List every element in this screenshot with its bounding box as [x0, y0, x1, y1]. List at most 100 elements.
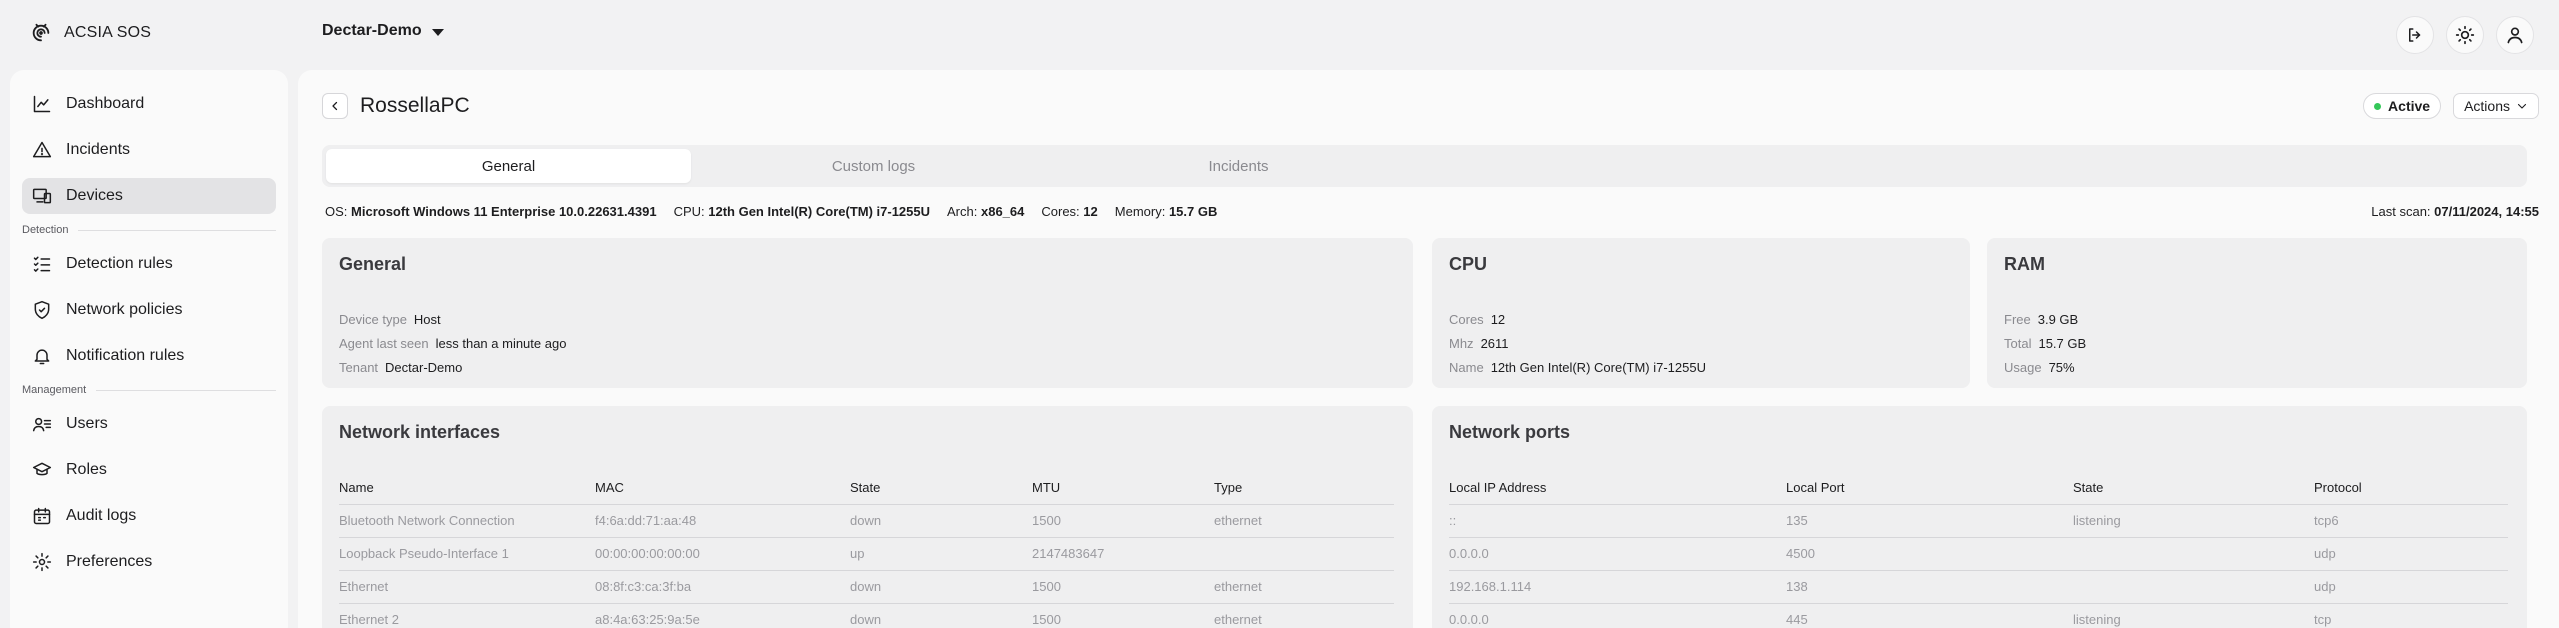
table-cell: 0.0.0.0: [1449, 603, 1786, 628]
column-header[interactable]: MAC: [595, 472, 850, 505]
table-cell: 00:00:00:00:00:00: [595, 537, 850, 571]
back-button[interactable]: [322, 93, 348, 119]
kv-free: Free 3.9 GB: [2004, 312, 2079, 327]
spec-memory: Memory: 15.7 GB: [1114, 204, 1218, 219]
kv-tenant: Tenant Dectar-Demo: [339, 360, 463, 375]
table-cell: tcp6: [2314, 504, 2508, 538]
table-row[interactable]: 0.0.0.0 445 listening tcp: [1449, 603, 2508, 628]
devices-icon: [32, 188, 52, 204]
table-cell: 08:8f:c3:ca:3f:ba: [595, 570, 850, 604]
card-title: Network interfaces: [339, 422, 501, 442]
column-header[interactable]: Protocol: [2314, 472, 2508, 505]
table-cell: Loopback Pseudo-Interface 1: [339, 537, 595, 571]
table-row[interactable]: 192.168.1.114 138 udp: [1449, 570, 2508, 604]
table-header-row: Local IP Address Local Port State Protoc…: [1449, 472, 2508, 505]
top-bar: ACSIA SOS Dectar-Demo: [0, 0, 2559, 70]
kv-cores: Cores 12: [1449, 312, 1506, 327]
network-ports-card: Network ports Local IP Address Local Por…: [1432, 406, 2527, 628]
sidebar-item-dashboard[interactable]: Dashboard: [22, 86, 276, 122]
sidebar-item-label: Network policies: [66, 301, 183, 318]
column-header[interactable]: MTU: [1032, 472, 1214, 505]
tab-custom-logs[interactable]: Custom logs: [691, 149, 1056, 183]
table-cell: [2073, 570, 2314, 604]
table-cell: udp: [2314, 570, 2508, 604]
user-menu-button[interactable]: [2496, 16, 2534, 54]
table-cell: ethernet: [1214, 570, 1394, 604]
table-cell: Ethernet: [339, 570, 595, 604]
table-cell: [2073, 537, 2314, 571]
table-row[interactable]: Ethernet 2 a8:4a:63:25:9a:5e down 1500 e…: [339, 603, 1394, 628]
sidebar-item-label: Roles: [66, 461, 107, 478]
section-label: Detection: [22, 224, 69, 236]
column-header[interactable]: Type: [1214, 472, 1394, 505]
table-cell: f4:6a:dd:71:aa:48: [595, 504, 850, 538]
theme-toggle-button[interactable]: [2446, 16, 2484, 54]
table-cell: 138: [1786, 570, 2073, 604]
sidebar-item-detection-rules[interactable]: Detection rules: [22, 246, 276, 282]
table-cell: 2147483647: [1032, 537, 1214, 571]
sidebar-item-notification-rules[interactable]: Notification rules: [22, 338, 276, 374]
table-row[interactable]: Ethernet 08:8f:c3:ca:3f:ba down 1500 eth…: [339, 570, 1394, 604]
sidebar-item-incidents[interactable]: Incidents: [22, 132, 276, 168]
table-cell: 0.0.0.0: [1449, 537, 1786, 571]
sidebar-item-network-policies[interactable]: Network policies: [22, 292, 276, 328]
table-row[interactable]: 0.0.0.0 4500 udp: [1449, 537, 2508, 571]
gear-icon: [32, 552, 52, 572]
network-interfaces-card: Network interfaces Name MAC State MTU Ty…: [322, 406, 1413, 628]
sidebar: Dashboard Incidents Devices Detection De…: [10, 70, 288, 628]
tenant-name: Dectar-Demo: [322, 22, 422, 39]
cpu-card: CPU Cores 12 Mhz 2611 Name 12th Gen Intel(R…: [1432, 238, 1970, 388]
bell-icon: [34, 349, 50, 365]
sidebar-item-devices[interactable]: Devices: [22, 178, 276, 214]
sidebar-item-roles[interactable]: Roles: [22, 452, 276, 488]
brand[interactable]: ACSIA SOS: [30, 22, 151, 44]
card-title: RAM: [2004, 254, 2045, 274]
column-header[interactable]: Local Port: [1786, 472, 2073, 505]
sidebar-item-label: Devices: [66, 187, 123, 204]
sidebar-item-label: Notification rules: [66, 347, 185, 364]
sidebar-item-label: Dashboard: [66, 95, 145, 112]
sidebar-item-label: Detection rules: [66, 255, 173, 272]
shield-icon: [34, 300, 50, 320]
table-cell: listening: [2073, 504, 2314, 538]
tenant-selector[interactable]: Dectar-Demo: [322, 22, 444, 40]
network-interfaces-table: Name MAC State MTU Type Bluetooth Networ…: [339, 472, 1394, 628]
logout-button[interactable]: [2396, 16, 2434, 54]
tab-general[interactable]: General: [326, 149, 691, 183]
table-cell: a8:4a:63:25:9a:5e: [595, 603, 850, 628]
table-row[interactable]: Loopback Pseudo-Interface 1 00:00:00:00:…: [339, 537, 1394, 571]
sidebar-item-preferences[interactable]: Preferences: [22, 544, 276, 580]
device-specs: OS: Microsoft Windows 11 Enterprise 10.0…: [325, 204, 2539, 222]
network-ports-table: Local IP Address Local Port State Protoc…: [1449, 472, 2508, 628]
table-cell: down: [850, 603, 1032, 628]
card-title: Network ports: [1449, 422, 1571, 442]
sidebar-item-label: Users: [66, 415, 108, 432]
spec-cpu: CPU: 12th Gen Intel(R) Core(TM) i7-1255U: [673, 204, 931, 219]
column-header[interactable]: State: [2073, 472, 2314, 505]
tab-incidents[interactable]: Incidents: [1056, 149, 1421, 183]
table-cell: Bluetooth Network Connection: [339, 504, 595, 538]
divider: [78, 229, 276, 231]
spec-os: OS: Microsoft Windows 11 Enterprise 10.0…: [325, 204, 657, 219]
column-header[interactable]: Name: [339, 472, 595, 505]
sun-icon: [2455, 25, 2475, 45]
table-cell: udp: [2314, 537, 2508, 571]
sidebar-item-audit-logs[interactable]: Audit logs: [22, 498, 276, 534]
sidebar-item-label: Incidents: [66, 141, 131, 158]
table-row[interactable]: :: 135 listening tcp6: [1449, 504, 2508, 538]
table-cell: up: [850, 537, 1032, 571]
kv-device-type: Device type Host: [339, 312, 441, 327]
table-cell: 1500: [1032, 603, 1214, 628]
table-row[interactable]: Bluetooth Network Connection f4:6a:dd:71…: [339, 504, 1394, 538]
kv-agent-last-seen: Agent last seen less than a minute ago: [339, 336, 567, 351]
column-header[interactable]: Local IP Address: [1449, 472, 1786, 505]
actions-button[interactable]: Actions: [2453, 93, 2539, 119]
column-header[interactable]: State: [850, 472, 1032, 505]
calendar-icon: [33, 507, 51, 525]
page-header: RossellaPC Active Actions: [322, 90, 2539, 122]
spec-cores: Cores: 12: [1041, 204, 1098, 219]
sidebar-item-users[interactable]: Users: [22, 406, 276, 442]
sidebar-item-label: Audit logs: [66, 507, 137, 524]
sidebar-item-label: Preferences: [66, 553, 153, 570]
table-cell: 445: [1786, 603, 2073, 628]
